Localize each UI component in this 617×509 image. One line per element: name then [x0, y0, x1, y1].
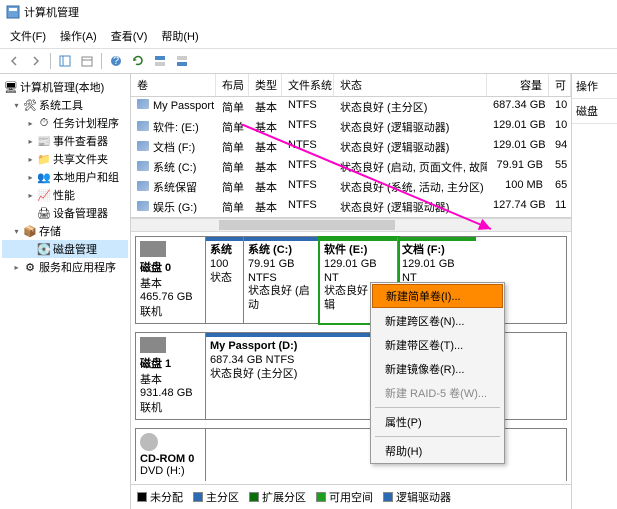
- view-top-button[interactable]: [150, 51, 170, 71]
- help-button[interactable]: ?: [106, 51, 126, 71]
- context-menu: 新建简单卷(I)... 新建跨区卷(N)... 新建带区卷(T)... 新建镜像…: [370, 282, 505, 464]
- view-bottom-button[interactable]: [172, 51, 192, 71]
- disk-icon: 💽: [37, 242, 51, 256]
- device-icon: 🖨: [37, 206, 51, 220]
- tree-svcapps[interactable]: ▸⚙服务和应用程序: [2, 258, 128, 276]
- app-icon: [6, 5, 20, 19]
- legend-free-swatch: [316, 492, 326, 502]
- gear-icon: ⚙: [23, 260, 37, 274]
- expand-icon[interactable]: ▸: [26, 173, 35, 182]
- ctx-new-simple-volume[interactable]: 新建简单卷(I)...: [372, 284, 503, 308]
- col-fs[interactable]: 文件系统: [282, 74, 334, 96]
- actions-sub[interactable]: 磁盘: [572, 99, 617, 124]
- volume-row[interactable]: My Passport (D:)简单基本NTFS状态良好 (主分区)687.34…: [131, 97, 571, 117]
- expand-icon[interactable]: ▸: [26, 119, 35, 128]
- wrench-icon: 🛠: [23, 98, 37, 112]
- legend-ext-swatch: [249, 492, 259, 502]
- volume-block[interactable]: 系统100状态: [206, 237, 244, 323]
- col-type[interactable]: 类型: [249, 74, 282, 96]
- nav-tree: 🖥计算机管理(本地) ▾🛠系统工具 ▸⏱任务计划程序 ▸📰事件查看器 ▸📁共享文…: [0, 74, 131, 509]
- expand-icon[interactable]: ▸: [26, 191, 35, 200]
- tree-storage[interactable]: ▾📦存储: [2, 222, 128, 240]
- computer-icon: 🖥: [4, 80, 18, 94]
- svg-text:?: ?: [113, 55, 119, 67]
- back-button[interactable]: [4, 51, 24, 71]
- col-status[interactable]: 状态: [334, 74, 487, 96]
- volume-list: My Passport (D:)简单基本NTFS状态良好 (主分区)687.34…: [131, 97, 571, 218]
- refresh-button[interactable]: [128, 51, 148, 71]
- forward-button[interactable]: [26, 51, 46, 71]
- ctx-separator: [375, 436, 500, 437]
- tree-diskmgmt[interactable]: 💽磁盘管理: [2, 240, 128, 258]
- tree-eventvwr[interactable]: ▸📰事件查看器: [2, 132, 128, 150]
- volume-row[interactable]: 系统保留简单基本NTFS状态良好 (系统, 活动, 主分区)100 MB65: [131, 177, 571, 197]
- collapse-icon[interactable]: ▾: [12, 101, 21, 110]
- col-layout[interactable]: 布局: [216, 74, 249, 96]
- col-volume[interactable]: 卷: [131, 74, 216, 96]
- disk-icon: [140, 337, 166, 353]
- window-title: 计算机管理: [24, 4, 79, 20]
- log-icon: 📰: [37, 134, 51, 148]
- legend-logical-swatch: [383, 492, 393, 502]
- folder-icon: 📁: [37, 152, 51, 166]
- show-hide-button[interactable]: [55, 51, 75, 71]
- expand-icon[interactable]: ▸: [26, 137, 35, 146]
- clock-icon: ⏱: [37, 116, 51, 130]
- cdrom-icon: [140, 433, 158, 451]
- titlebar: 计算机管理: [0, 0, 617, 24]
- menu-view[interactable]: 查看(V): [105, 26, 154, 46]
- ctx-help[interactable]: 帮助(H): [371, 439, 504, 463]
- actions-pane: 操作 磁盘: [571, 74, 617, 509]
- expand-icon[interactable]: ▸: [26, 155, 35, 164]
- menubar: 文件(F) 操作(A) 查看(V) 帮助(H): [0, 24, 617, 49]
- tree-scheduler[interactable]: ▸⏱任务计划程序: [2, 114, 128, 132]
- tree-root[interactable]: 🖥计算机管理(本地): [2, 78, 128, 96]
- volume-row[interactable]: 文档 (F:)简单基本NTFS状态良好 (逻辑驱动器)129.01 GB94: [131, 137, 571, 157]
- tree-devmgr[interactable]: 🖨设备管理器: [2, 204, 128, 222]
- legend-primary-swatch: [193, 492, 203, 502]
- tree-systools[interactable]: ▾🛠系统工具: [2, 96, 128, 114]
- scrollbar-thumb[interactable]: [219, 220, 395, 230]
- tree-shared[interactable]: ▸📁共享文件夹: [2, 150, 128, 168]
- properties-button[interactable]: [77, 51, 97, 71]
- ctx-separator: [375, 407, 500, 408]
- legend-unalloc-swatch: [137, 492, 147, 502]
- ctx-new-spanned-volume[interactable]: 新建跨区卷(N)...: [371, 309, 504, 333]
- ctx-new-mirrored-volume[interactable]: 新建镜像卷(R)...: [371, 357, 504, 381]
- volume-row[interactable]: 系统 (C:)简单基本NTFS状态良好 (启动, 页面文件, 故障转储, 主分区…: [131, 157, 571, 177]
- menu-action[interactable]: 操作(A): [54, 26, 103, 46]
- legend: 未分配 主分区 扩展分区 可用空间 逻辑驱动器: [131, 484, 571, 509]
- ctx-properties[interactable]: 属性(P): [371, 410, 504, 434]
- col-cap[interactable]: 容量: [487, 74, 549, 96]
- expand-icon[interactable]: ▸: [12, 263, 21, 272]
- column-headers: 卷 布局 类型 文件系统 状态 容量 可: [131, 74, 571, 97]
- storage-icon: 📦: [23, 224, 37, 238]
- disk-icon: [140, 241, 166, 257]
- users-icon: 👥: [37, 170, 51, 184]
- volume-row[interactable]: 娱乐 (G:)简单基本NTFS状态良好 (逻辑驱动器)127.74 GB11: [131, 197, 571, 217]
- cdrom-header: CD-ROM 0 DVD (H:): [136, 429, 206, 481]
- disk-1-header: 磁盘 1 基本 931.48 GB 联机: [136, 333, 206, 419]
- actions-title: 操作: [572, 74, 617, 99]
- meter-icon: 📈: [37, 188, 51, 202]
- disk-0-header: 磁盘 0 基本 465.76 GB 联机: [136, 237, 206, 323]
- ctx-new-raid5-volume: 新建 RAID-5 卷(W)...: [371, 381, 504, 405]
- volume-block[interactable]: 系统 (C:)79.91 GB NTFS状态良好 (启动: [244, 237, 320, 323]
- volume-row[interactable]: 软件: (E:)简单基本NTFS状态良好 (逻辑驱动器)129.01 GB10: [131, 117, 571, 137]
- toolbar: ?: [0, 49, 617, 74]
- tree-perf[interactable]: ▸📈性能: [2, 186, 128, 204]
- tree-users[interactable]: ▸👥本地用户和组: [2, 168, 128, 186]
- ctx-new-striped-volume[interactable]: 新建带区卷(T)...: [371, 333, 504, 357]
- menu-help[interactable]: 帮助(H): [155, 26, 204, 46]
- h-scrollbar[interactable]: [131, 218, 571, 232]
- col-free[interactable]: 可: [549, 74, 571, 96]
- collapse-icon[interactable]: ▾: [12, 227, 21, 236]
- menu-file[interactable]: 文件(F): [4, 26, 52, 46]
